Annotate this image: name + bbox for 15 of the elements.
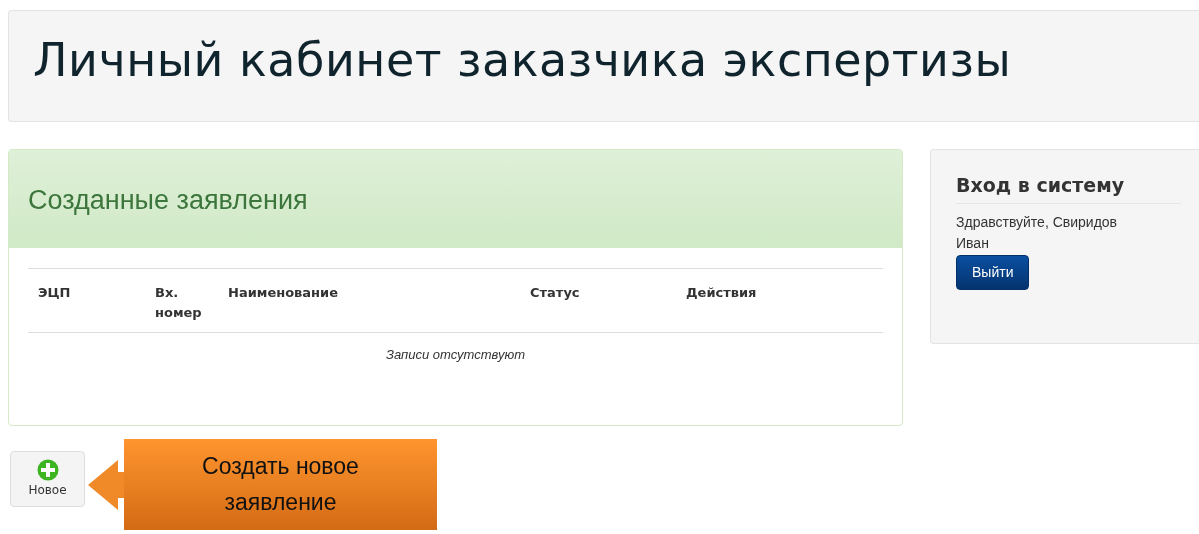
column-header: Статус	[530, 284, 581, 302]
callout-arrow	[88, 459, 124, 510]
login-title: Вход в систему	[956, 174, 1181, 204]
empty-message: Записи отсутствуют	[385, 346, 526, 364]
column-header: Действия	[686, 284, 758, 302]
column-header: Наименование	[228, 284, 340, 302]
column-header: ЭЦП	[38, 284, 72, 302]
panel-title: Созданные заявления	[28, 184, 309, 217]
plus-icon	[36, 459, 59, 481]
column-header: Вх. номер	[155, 284, 203, 322]
new-button[interactable]: Новое	[10, 451, 85, 507]
logout-button[interactable]: Выйти	[956, 255, 1030, 291]
page-title: Личный кабинет заказчика экспертизы	[33, 33, 1013, 89]
callout-box: Создать новое заявление	[124, 439, 437, 530]
greeting-text: Здравствуйте, Свиридов Иван	[956, 212, 1119, 254]
